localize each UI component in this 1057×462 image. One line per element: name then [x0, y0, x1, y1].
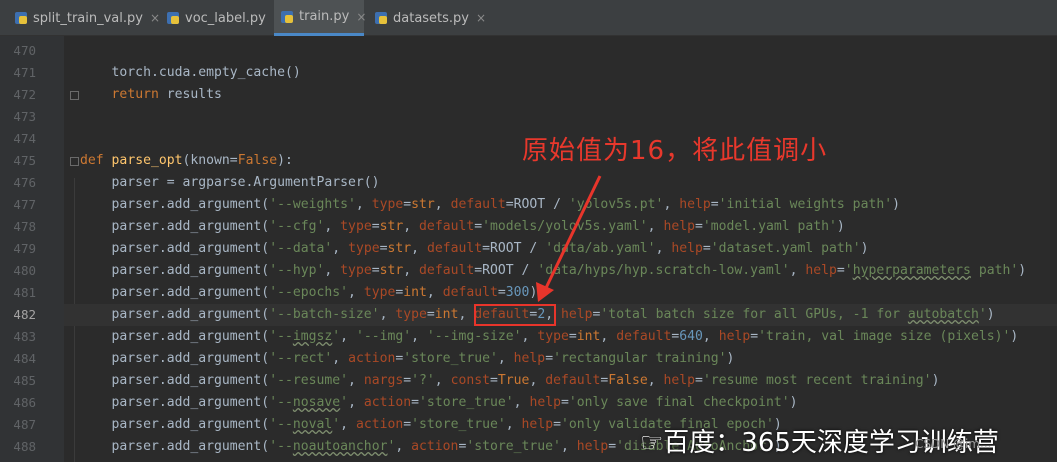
line-number: 479: [13, 241, 36, 256]
tab-label: split_train_val.py: [33, 10, 143, 26]
line-number: 474: [13, 131, 36, 146]
tab-split-train-val[interactable]: split_train_val.py ×: [8, 0, 160, 36]
tab-train[interactable]: train.py ×: [274, 0, 366, 36]
line-number: 485: [13, 373, 36, 388]
python-file-icon: [14, 11, 28, 25]
tab-voc-label[interactable]: voc_label.py ×: [160, 0, 283, 36]
line-number-gutter: 470 471 472 473 474 475 476 477 478 479 …: [0, 36, 79, 462]
python-file-icon: [166, 11, 180, 25]
code-line: parser.add_argument('--hyp', type=str, d…: [80, 263, 1027, 278]
code-line: parser.add_argument('--weights', type=st…: [80, 197, 900, 212]
line-number-current: 482: [13, 307, 36, 322]
code-line: return results: [111, 87, 222, 102]
watermark-sub: CSDN @im...: [915, 437, 992, 451]
tab-label: voc_label.py: [185, 10, 266, 26]
code-line: parser.add_argument('--imgsz', '--img', …: [80, 329, 1019, 344]
line-number: 476: [13, 175, 36, 190]
tab-label: datasets.py: [393, 10, 470, 26]
code-line: parser.add_argument('--cfg', type=str, d…: [80, 219, 845, 234]
line-number: 480: [13, 263, 36, 278]
code-line: parser.add_argument('--rect', action='st…: [80, 351, 735, 366]
code-line: parser.add_argument('--data', type=str, …: [80, 241, 869, 256]
line-number: 481: [13, 285, 36, 300]
close-icon[interactable]: ×: [150, 11, 160, 25]
line-number: 477: [13, 197, 36, 212]
editor-tab-bar: split_train_val.py × voc_label.py × trai…: [0, 0, 1057, 36]
close-icon[interactable]: ×: [356, 10, 366, 24]
python-file-icon: [280, 10, 294, 24]
code-line: parser.add_argument('--resume', nargs='?…: [80, 373, 940, 388]
line-number: 478: [13, 219, 36, 234]
close-icon[interactable]: ×: [476, 11, 486, 25]
code-line-current: parser.add_argument('--batch-size', type…: [64, 304, 1057, 326]
line-number: 487: [13, 417, 36, 432]
code-line: parser.add_argument('--epochs', type=int…: [80, 285, 538, 300]
tab-datasets[interactable]: datasets.py ×: [368, 0, 486, 36]
code-line: parser.add_argument('--nosave', action='…: [80, 395, 798, 410]
line-number: 470: [13, 43, 36, 58]
code-editor[interactable]: torch.cuda.empty_cache() return results …: [64, 36, 1057, 462]
line-number: 471: [13, 65, 36, 80]
line-number: 488: [13, 439, 36, 454]
line-number: 473: [13, 109, 36, 124]
line-number: 475: [13, 153, 36, 168]
python-file-icon: [374, 11, 388, 25]
line-number: 472: [13, 87, 36, 102]
line-number: 483: [13, 329, 36, 344]
code-line: parser = argparse.ArgumentParser(): [80, 175, 380, 190]
highlight-box: [474, 304, 556, 326]
line-number: 486: [13, 395, 36, 410]
tab-label: train.py: [299, 9, 350, 24]
code-line: torch.cuda.empty_cache(): [80, 65, 301, 80]
line-number: 484: [13, 351, 36, 366]
annotation-text: 原始值为16，将此值调小: [522, 136, 828, 166]
